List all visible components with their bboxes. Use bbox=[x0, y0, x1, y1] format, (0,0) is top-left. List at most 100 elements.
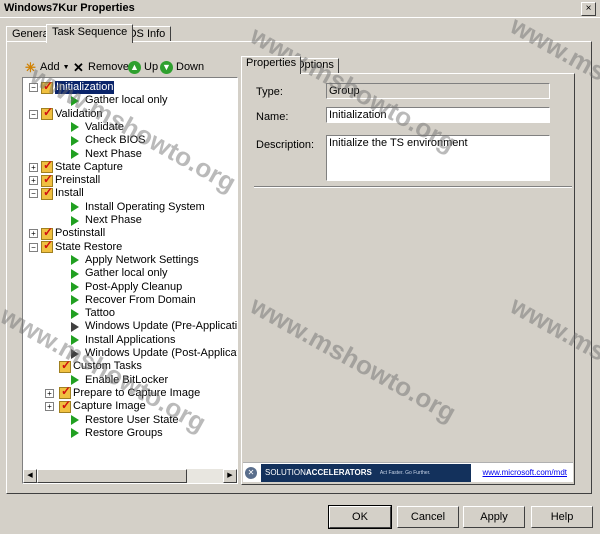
tree-item[interactable]: Recover From Domain bbox=[59, 294, 196, 307]
tree-item[interactable]: Custom Tasks bbox=[59, 359, 142, 373]
tree-item-label: Custom Tasks bbox=[73, 360, 142, 373]
group-folder-icon bbox=[41, 106, 53, 121]
tree-item[interactable]: Gather local only bbox=[59, 267, 168, 280]
tree-expander-icon[interactable]: − bbox=[29, 83, 38, 92]
tree-expander-icon[interactable]: − bbox=[29, 109, 38, 119]
task-sequence-tree[interactable]: −InitializationGather local only−Validat… bbox=[22, 77, 238, 484]
help-button[interactable]: Help bbox=[531, 506, 593, 528]
step-arrow-icon bbox=[71, 335, 79, 346]
tree-item[interactable]: Next Phase bbox=[59, 148, 142, 161]
tree-item[interactable]: Validation bbox=[41, 106, 103, 121]
down-button[interactable]: ▼ Down bbox=[160, 58, 204, 76]
tree-item-label: Validate bbox=[85, 120, 124, 133]
tree-item[interactable]: Restore User State bbox=[59, 414, 179, 427]
step-arrow-icon bbox=[71, 308, 79, 319]
brand-name: SOLUTIONACCELERATORS bbox=[261, 463, 376, 482]
brand-prefix: SOLUTION bbox=[265, 467, 306, 477]
tab-properties[interactable]: Properties bbox=[241, 56, 302, 74]
tree-item-label: Next Phase bbox=[85, 214, 142, 226]
group-folder-icon bbox=[41, 239, 53, 254]
tree-item[interactable]: Check BIOS bbox=[59, 134, 146, 147]
tree-item[interactable]: Validate bbox=[59, 121, 124, 134]
tree-expander-icon[interactable]: + bbox=[29, 229, 38, 239]
tree-item[interactable]: State Restore bbox=[41, 239, 122, 254]
scroll-left-icon[interactable]: ◀ bbox=[23, 469, 37, 483]
tree-item[interactable]: Enable BitLocker bbox=[59, 374, 168, 387]
tree-expander-icon[interactable]: − bbox=[29, 189, 38, 199]
description-textarea[interactable]: Initialize the TS environment bbox=[326, 135, 550, 181]
tree-item-label: Postinstall bbox=[55, 227, 106, 240]
step-arrow-icon bbox=[71, 295, 79, 306]
tree-item[interactable]: Tattoo bbox=[59, 307, 115, 320]
tree-expander-icon[interactable]: + bbox=[29, 176, 38, 186]
tree-item[interactable]: Restore Groups bbox=[59, 427, 163, 440]
tree-item-label: Install bbox=[55, 187, 84, 200]
tree-item[interactable]: Gather local only bbox=[59, 94, 168, 107]
add-label: Add bbox=[40, 61, 60, 73]
tree-item-label: Validation bbox=[55, 107, 103, 120]
remove-label: Remove bbox=[88, 61, 129, 73]
cancel-button[interactable]: Cancel bbox=[397, 506, 459, 528]
tree-item-label: Next Phase bbox=[85, 147, 142, 160]
step-arrow-icon bbox=[71, 255, 79, 266]
tree-item-label: Gather local only bbox=[85, 267, 168, 280]
tree-item-label: Preinstall bbox=[55, 174, 101, 187]
window-title: Windows7Kur Properties bbox=[4, 2, 135, 14]
tree-item[interactable]: Install bbox=[41, 186, 84, 200]
tree-expander-icon[interactable]: + bbox=[45, 402, 54, 412]
brand-suffix: ACCELERATORS bbox=[305, 467, 372, 477]
tree-item-label: Install Operating System bbox=[85, 200, 205, 213]
step-arrow-icon bbox=[71, 348, 79, 359]
tree-item[interactable]: Apply Network Settings bbox=[59, 254, 199, 267]
tree-item-label: Install Applications bbox=[85, 333, 176, 346]
scroll-thumb[interactable] bbox=[37, 469, 187, 483]
step-arrow-icon bbox=[71, 215, 79, 226]
tree-item[interactable]: Next Phase bbox=[59, 214, 142, 227]
tree-item-label: Windows Update (Pre-Application Installa bbox=[85, 320, 238, 333]
tree-content: −InitializationGather local only−Validat… bbox=[23, 78, 238, 470]
group-folder-icon bbox=[59, 359, 71, 373]
group-folder-icon bbox=[41, 80, 53, 94]
title-bar: Windows7Kur Properties × bbox=[0, 0, 600, 18]
up-arrow-icon: ▲ bbox=[128, 60, 141, 74]
tree-expander-icon[interactable]: + bbox=[45, 388, 54, 398]
tree-item[interactable]: Windows Update (Post-Application Install bbox=[59, 347, 237, 360]
tree-expander-icon[interactable]: + bbox=[29, 162, 38, 172]
horizontal-scrollbar[interactable]: ◀ ▶ bbox=[23, 469, 237, 483]
step-arrow-icon bbox=[71, 428, 79, 439]
tree-item-label: Windows Update (Post-Application Install bbox=[85, 347, 237, 359]
step-arrow-icon bbox=[71, 149, 79, 159]
tree-item[interactable]: Capture Image bbox=[59, 399, 146, 413]
tree-item[interactable]: Install Operating System bbox=[59, 201, 205, 214]
step-arrow-icon bbox=[71, 202, 79, 213]
tree-item-label: Check BIOS bbox=[85, 134, 146, 147]
step-arrow-icon bbox=[71, 95, 79, 106]
tree-item[interactable]: Post-Apply Cleanup bbox=[59, 281, 182, 294]
tree-item[interactable]: Prepare to Capture Image bbox=[59, 385, 200, 400]
type-field: Group bbox=[326, 83, 550, 99]
tree-expander-icon[interactable]: − bbox=[29, 242, 38, 252]
tree-item[interactable]: Install Applications bbox=[59, 334, 176, 347]
up-button[interactable]: ▲ Up bbox=[128, 58, 158, 76]
add-button[interactable]: ✳ Add ▼ bbox=[24, 58, 69, 76]
tab-task-sequence[interactable]: Task Sequence bbox=[46, 24, 134, 43]
group-folder-icon bbox=[59, 399, 71, 413]
separator-line bbox=[254, 186, 572, 188]
down-arrow-icon: ▼ bbox=[160, 60, 173, 74]
name-input[interactable]: Initialization bbox=[326, 107, 550, 123]
scroll-right-icon[interactable]: ▶ bbox=[223, 469, 237, 483]
group-folder-icon bbox=[41, 186, 53, 200]
ok-button[interactable]: OK bbox=[328, 505, 392, 529]
tree-item-label: Initialization bbox=[55, 81, 115, 94]
step-arrow-icon bbox=[71, 122, 79, 133]
apply-button[interactable]: Apply bbox=[463, 506, 525, 528]
remove-button[interactable]: ✕ Remove bbox=[72, 58, 129, 76]
mdt-link[interactable]: www.microsoft.com/mdt bbox=[483, 468, 567, 477]
solution-accelerators-banner: ✕ SOLUTIONACCELERATORS Act Faster. Go Fu… bbox=[243, 462, 573, 482]
tree-item[interactable]: Windows Update (Pre-Application Installa bbox=[59, 320, 238, 333]
close-button[interactable]: × bbox=[581, 2, 596, 16]
step-arrow-icon bbox=[71, 135, 79, 146]
tree-item[interactable]: Initialization bbox=[41, 80, 115, 94]
step-arrow-icon bbox=[71, 375, 79, 386]
tree-item[interactable]: State Capture bbox=[41, 159, 123, 174]
